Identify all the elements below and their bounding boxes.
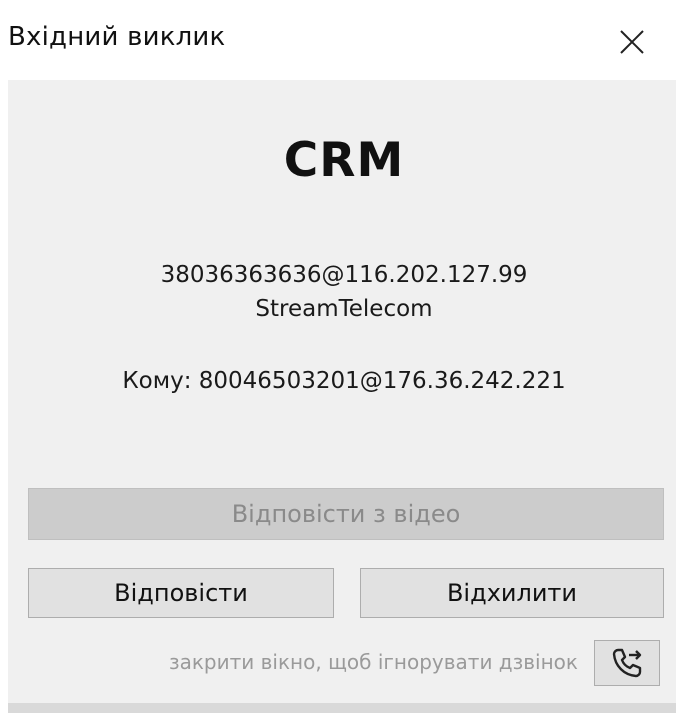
close-icon <box>620 30 644 54</box>
callee-address: Кому: 80046503201@176.36.242.221 <box>122 368 566 394</box>
caller-address: 38036363636@116.202.127.99 <box>160 262 528 288</box>
ignore-hint: закрити вікно, щоб ігнорувати дзвінок <box>168 650 578 674</box>
call-panel: CRM 38036363636@116.202.127.99 StreamTel… <box>8 80 676 713</box>
answer-with-video-button[interactable]: Відповісти з відео <box>28 488 664 540</box>
caller-name: CRM <box>283 133 405 188</box>
title-bar: Вхідний виклик <box>0 0 676 80</box>
transfer-call-button[interactable] <box>594 640 660 686</box>
phone-forward-icon <box>612 648 642 678</box>
window-title: Вхідний виклик <box>8 22 226 52</box>
answer-button[interactable]: Відповісти <box>28 568 334 618</box>
window-bottom-edge <box>8 703 676 713</box>
close-button[interactable] <box>609 19 655 65</box>
decline-button[interactable]: Відхилити <box>360 568 664 618</box>
caller-provider: StreamTelecom <box>255 296 433 322</box>
